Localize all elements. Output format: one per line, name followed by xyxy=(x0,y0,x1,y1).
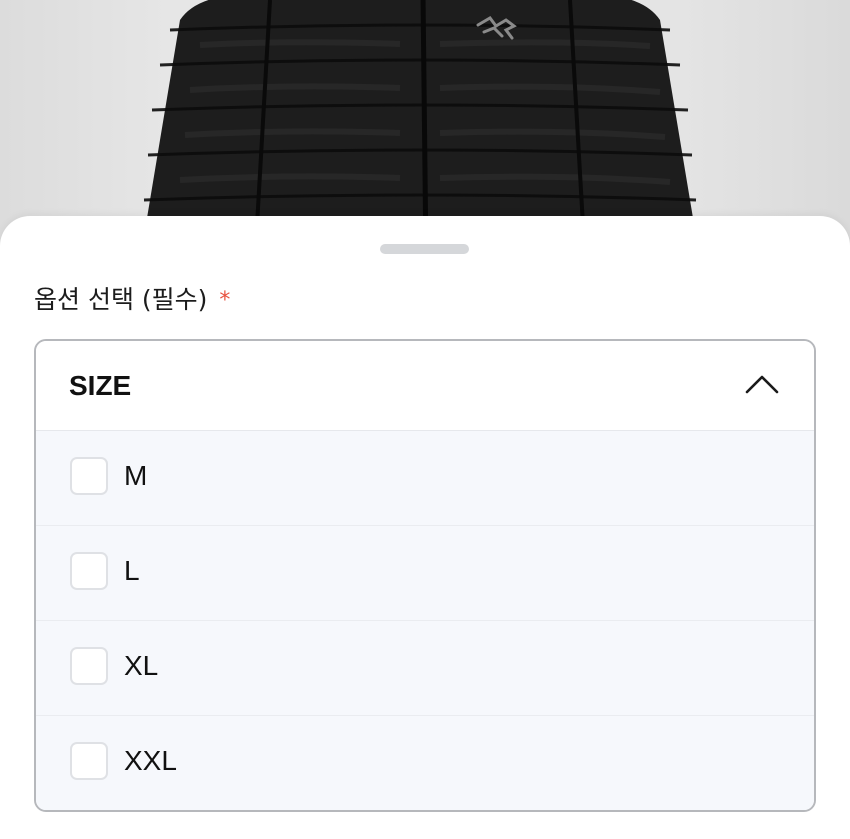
option-bottom-sheet: 옵션 선택 (필수) * SIZE M L XL XXL xyxy=(0,216,850,839)
size-dropdown-title: SIZE xyxy=(69,370,132,401)
size-option-label: XXL xyxy=(124,745,177,776)
size-option-m[interactable]: M xyxy=(36,431,814,526)
size-dropdown-header[interactable]: SIZE xyxy=(36,341,814,431)
sheet-drag-handle[interactable] xyxy=(380,244,469,254)
size-xxl-checkbox[interactable] xyxy=(70,742,108,780)
size-option-xl[interactable]: XL xyxy=(36,621,814,716)
size-option-label: XL xyxy=(124,650,159,681)
size-option-label: L xyxy=(124,555,140,586)
size-dropdown: SIZE M L XL XXL xyxy=(34,339,816,812)
size-option-xxl[interactable]: XXL xyxy=(36,716,814,810)
size-l-checkbox[interactable] xyxy=(70,552,108,590)
size-option-list: M L XL XXL xyxy=(36,431,814,810)
chevron-up-icon[interactable] xyxy=(744,371,780,397)
option-section-label: 옵션 선택 (필수) xyxy=(34,285,208,314)
jacket-image xyxy=(141,0,699,250)
size-option-l[interactable]: L xyxy=(36,526,814,621)
size-option-label: M xyxy=(124,460,148,491)
product-photo xyxy=(0,0,850,250)
required-asterisk: * xyxy=(219,288,231,313)
size-m-checkbox[interactable] xyxy=(70,457,108,495)
option-section-title: 옵션 선택 (필수) * xyxy=(34,280,230,321)
size-xl-checkbox[interactable] xyxy=(70,647,108,685)
